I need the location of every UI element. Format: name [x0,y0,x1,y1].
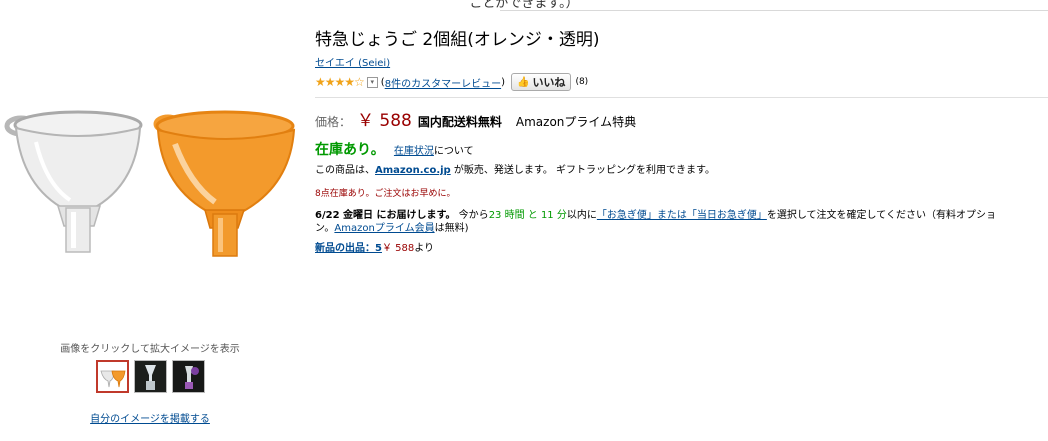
delivery-info: 6/22 金曜日 にお届けします。 今から23 時間 と 11 分以内に「お急ぎ… [315,209,1048,235]
clear-funnel-image [4,110,143,253]
rating-stars-icon[interactable]: ★★★★☆ [315,75,365,89]
remaining-stock: 8点在庫あり。ご注文はお早めに。 [315,189,456,199]
brand-row: セイエイ (Seiei) [315,54,1048,69]
thumbnail-1[interactable] [96,360,129,393]
prime-benefit: Amazonプライム特典 [515,115,637,129]
delivery-lead: 今から [455,210,489,221]
sold-by-row: この商品は、Amazon.co.jp が販売、発送します。 ギフトラッピングを利… [315,161,1048,176]
review-count-link[interactable]: 8件のカスタマーレビュー [385,75,501,90]
section-divider [315,97,1048,98]
prime-member-link[interactable]: Amazonプライム会員 [334,223,434,234]
product-details: 特急じょうご 2個組(オレンジ・透明) セイエイ (Seiei) ★★★★☆ ▾… [315,29,1048,254]
new-offers-link[interactable]: 新品の出品：5 [315,243,382,254]
like-label: いいね [532,76,566,89]
thumbs-up-icon: 👍 [516,76,530,88]
brand-link[interactable]: セイエイ (Seiei) [315,58,390,69]
sold-by-prefix: この商品は、 [315,165,375,176]
post-your-image-link[interactable]: 自分のイメージを掲載する [90,414,210,425]
free-shipping: 国内配送料無料 [417,115,502,129]
rating-dropdown-icon[interactable]: ▾ [366,76,378,88]
in-stock-status: 在庫あり。 [315,142,385,158]
image-caption: 画像をクリックして拡大イメージを表示 [60,344,240,355]
bottle-thumbnail-icon [173,361,204,392]
sold-by-suffix: が販売、発送します。 ギフトラッピングを利用できます。 [450,165,716,176]
thumbnail-strip [96,360,205,397]
express-shipping-link[interactable]: 「お急ぎ便」または「当日お急ぎ便」 [597,210,767,221]
thumbnail-2[interactable] [134,360,167,393]
price-row: 価格： ￥ 588 国内配送料無料 Amazonプライム特典 [315,106,1048,131]
new-offers-row: 新品の出品：5￥ 588より [315,239,1048,254]
main-product-image[interactable] [0,92,300,262]
post-your-image: 自分のイメージを掲載する [0,410,300,425]
delivery-within: 以内に [566,210,597,221]
product-title: 特急じょうご 2個組(オレンジ・透明) [315,30,600,50]
price-value: ￥ 588 [357,111,412,131]
like-button[interactable]: 👍 いいね [510,73,572,91]
top-divider [500,10,1048,11]
product-page: ことができます。） 画像をクリックして拡大イメージを表示 自分のイメージを掲載す… [0,0,1048,441]
offers-suffix: より [414,243,435,254]
like-count: (8) [575,77,589,87]
offers-price: ￥ 588 [381,243,415,254]
delivery-countdown: 23 時間 と 11 分 [488,210,567,221]
review-paren-close: ) [501,76,505,88]
funnel-in-use-thumbnail-icon [135,361,166,392]
thumbnail-3[interactable] [172,360,205,393]
stock-row: 在庫あり。 在庫状況について [315,139,1048,159]
price-label: 価格： [315,115,352,129]
delivery-date: 6/22 金曜日 にお届けします。 [315,210,456,221]
rating-row: ★★★★☆ ▾ ( 8件のカスタマーレビュー ) 👍 いいね (8) [315,73,1048,91]
delivery-line2-prefix: ン。 [315,223,335,234]
stock-status-suffix: について [433,146,474,157]
delivery-line2-suffix: は無料) [434,223,469,234]
delivery-tail: を選択して注文を確定してください（有料オプショ [766,210,996,221]
funnels-illustration [4,110,296,257]
funnels-thumbnail-icon [100,370,126,388]
seller-link[interactable]: Amazon.co.jp [375,165,451,176]
orange-funnel-image [153,110,296,257]
stock-status-link[interactable]: 在庫状況 [394,146,434,157]
